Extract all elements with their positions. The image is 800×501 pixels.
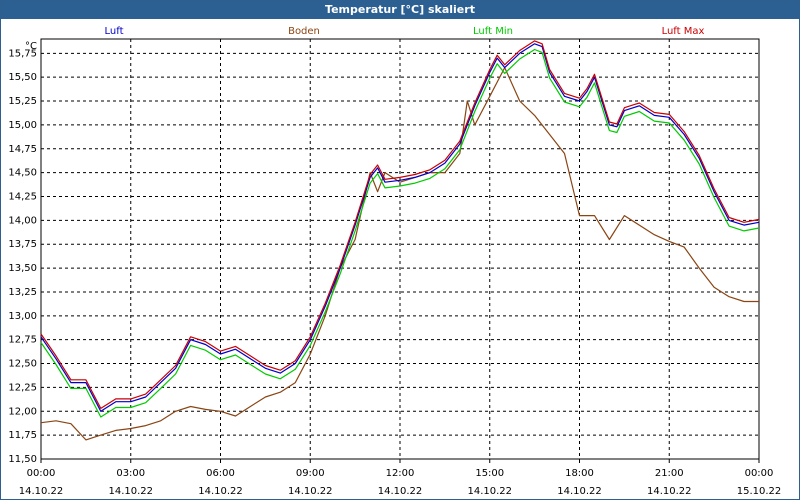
chart-window: Temperatur [°C] skaliert 11,50 11,75 12,00…: [0, 0, 800, 500]
x-tick-time-label: 00:00: [745, 468, 774, 479]
x-tick-date-label: 15.10.22: [737, 486, 782, 497]
y-tick-label: 15,00: [8, 120, 37, 131]
y-tick-label: 13,00: [8, 311, 37, 322]
y-axis-unit-label: °C: [25, 41, 37, 52]
x-tick-date-label: 14.10.22: [557, 486, 602, 497]
y-tick-label: 12,50: [8, 359, 37, 370]
y-tick-label: 13,50: [8, 263, 37, 274]
y-tick-label: 13,75: [8, 239, 37, 250]
legend-item-luft-min: Luft Min: [473, 26, 513, 37]
x-tick-date-label: 14.10.22: [467, 486, 512, 497]
x-tick-time-label: 21:00: [655, 468, 684, 479]
x-tick-time-label: 03:00: [116, 468, 145, 479]
y-tick-label: 14,75: [8, 144, 37, 155]
x-tick-time-label: 06:00: [206, 468, 235, 479]
y-tick-label: 15,25: [8, 96, 37, 107]
x-tick-time-label: 15:00: [475, 468, 504, 479]
y-tick-label: 14,25: [8, 192, 37, 203]
x-tick-date-label: 14.10.22: [108, 486, 153, 497]
x-tick-time-label: 18:00: [565, 468, 594, 479]
y-tick-label: 15,50: [8, 72, 37, 83]
y-tick-label: 13,25: [8, 287, 37, 298]
x-tick-date-label: 14.10.22: [19, 486, 64, 497]
y-tick-label: 14,50: [8, 168, 37, 179]
y-tick-label: 12,75: [8, 335, 37, 346]
x-tick-date-label: 14.10.22: [198, 486, 243, 497]
x-tick-time-label: 09:00: [296, 468, 325, 479]
y-tick-label: 11,75: [8, 430, 37, 441]
x-tick-time-label: 00:00: [27, 468, 56, 479]
x-tick-time-label: 12:00: [386, 468, 415, 479]
y-tick-label: 11,50: [8, 454, 37, 465]
x-tick-date-label: 14.10.22: [647, 486, 692, 497]
x-tick-date-label: 14.10.22: [288, 486, 333, 497]
legend-item-boden: Boden: [288, 26, 320, 37]
temperature-chart: 11,50 11,75 12,00 12,25 12,50 12,75 13,00 13,25…: [8, 26, 782, 497]
legend-item-luft-max: Luft Max: [662, 26, 705, 37]
y-tick-label: 12,00: [8, 406, 37, 417]
legend-item-luft: Luft: [105, 26, 124, 37]
y-tick-label: 12,25: [8, 382, 37, 393]
y-tick-label: 14,00: [8, 215, 37, 226]
x-tick-date-label: 14.10.22: [378, 486, 423, 497]
